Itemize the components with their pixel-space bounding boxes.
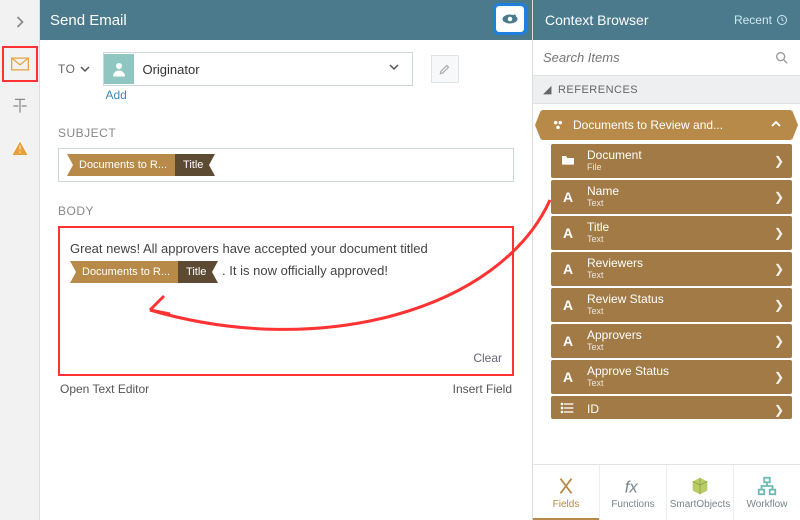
email-step-icon[interactable] — [6, 50, 34, 78]
field-token[interactable]: Documents to R... Title — [67, 154, 215, 176]
chevron-up-icon — [770, 118, 782, 133]
field-name: Approve Status — [587, 365, 669, 378]
field-type-icon: A — [559, 261, 577, 277]
tab-fields[interactable]: Fields — [533, 465, 600, 520]
chevron-down-icon[interactable] — [382, 60, 406, 78]
field-type: Text — [587, 343, 642, 353]
chevron-right-icon: ❯ — [774, 154, 784, 168]
field-type: File — [587, 163, 642, 173]
context-search[interactable] — [533, 40, 800, 76]
field-type-icon: A — [559, 333, 577, 349]
field-item[interactable]: A TitleText ❯ — [551, 216, 792, 250]
open-context-browser-button[interactable] — [496, 6, 524, 32]
clear-body-link[interactable]: Clear — [473, 348, 502, 368]
tab-functions[interactable]: fx Functions — [600, 465, 667, 520]
field-type-icon — [559, 400, 577, 419]
field-name: ID — [587, 403, 599, 416]
field-name: Review Status — [587, 293, 664, 306]
to-label: TO — [58, 52, 91, 76]
functions-icon: fx — [622, 475, 644, 497]
open-text-editor-link[interactable]: Open Text Editor — [60, 382, 149, 396]
panel-title: Send Email — [50, 12, 127, 29]
field-item[interactable]: IDNumber❯ — [551, 396, 792, 419]
field-type: Text — [587, 235, 609, 245]
chevron-right-icon: ❯ — [774, 334, 784, 348]
tab-workflow[interactable]: Workflow — [734, 465, 800, 520]
text-format-icon[interactable] — [6, 92, 34, 120]
fields-icon — [555, 475, 577, 497]
tab-smartobjects[interactable]: SmartObjects — [667, 465, 734, 520]
search-icon — [774, 50, 790, 66]
to-recipient-chip[interactable]: Originator — [103, 52, 413, 86]
body-text: . It is now officially approved! — [222, 263, 388, 278]
chevron-down-icon[interactable] — [79, 63, 91, 75]
chevron-right-icon: ❯ — [774, 226, 784, 240]
insert-field-link[interactable]: Insert Field — [453, 382, 512, 396]
body-label: BODY — [58, 204, 514, 218]
field-name: Reviewers — [587, 257, 643, 270]
recipient-name: Originator — [142, 62, 374, 77]
field-name: Approvers — [587, 329, 642, 342]
field-type-icon: A — [559, 225, 577, 241]
field-item[interactable]: A NameText ❯ — [551, 180, 792, 214]
field-type-icon — [559, 152, 577, 171]
field-item[interactable]: A Approve StatusText ❯ — [551, 360, 792, 394]
field-name: Name — [587, 185, 619, 198]
chevron-right-icon: ❯ — [774, 298, 784, 312]
field-name: Title — [587, 221, 609, 234]
field-type-icon: A — [559, 297, 577, 313]
left-icon-rail — [0, 0, 40, 520]
workflow-icon — [756, 475, 778, 497]
chevron-right-icon: ❯ — [774, 370, 784, 384]
chevron-right-icon: ❯ — [774, 403, 784, 417]
expand-icon[interactable] — [6, 8, 34, 36]
field-item[interactable]: DocumentFile ❯ — [551, 144, 792, 178]
svg-text:fx: fx — [625, 478, 639, 496]
edit-recipients-button[interactable] — [431, 55, 459, 83]
subject-input[interactable]: Documents to R... Title — [58, 148, 514, 182]
context-browser: Context Browser Recent ◢REFERENCES Docum… — [532, 0, 800, 520]
add-recipient-link[interactable]: Add — [103, 88, 413, 102]
clock-icon — [776, 14, 788, 26]
field-name: Document — [587, 149, 642, 162]
chevron-right-icon: ❯ — [774, 190, 784, 204]
references-header[interactable]: ◢REFERENCES — [533, 76, 800, 104]
field-type: Text — [587, 271, 643, 281]
context-titlebar: Context Browser Recent — [533, 0, 800, 40]
field-type: Text — [587, 379, 669, 389]
field-type: Text — [587, 307, 664, 317]
field-token[interactable]: Documents to R... Title — [70, 261, 218, 283]
body-text: Great news! All approvers have accepted … — [70, 241, 428, 256]
recent-link[interactable]: Recent — [734, 13, 788, 27]
body-editor[interactable]: Great news! All approvers have accepted … — [58, 226, 514, 376]
main-panel: Send Email TO Originator — [40, 0, 532, 520]
subject-label: SUBJECT — [58, 126, 514, 140]
reference-group[interactable]: Documents to Review and... — [541, 110, 792, 140]
chevron-right-icon: ❯ — [774, 262, 784, 276]
field-list: DocumentFile❯ANameText❯ATitleText❯ARevie… — [551, 144, 792, 419]
field-type: Text — [587, 199, 619, 209]
field-item[interactable]: A Review StatusText ❯ — [551, 288, 792, 322]
field-item[interactable]: A ReviewersText ❯ — [551, 252, 792, 286]
search-input[interactable] — [543, 50, 774, 65]
smartobject-icon — [551, 118, 565, 132]
field-item[interactable]: A ApproversText ❯ — [551, 324, 792, 358]
cube-icon — [689, 475, 711, 497]
field-type-icon: A — [559, 189, 577, 205]
context-title: Context Browser — [545, 12, 648, 28]
warning-icon[interactable] — [6, 134, 34, 162]
main-titlebar: Send Email — [40, 0, 532, 40]
person-icon — [104, 54, 134, 84]
field-type-icon: A — [559, 369, 577, 385]
